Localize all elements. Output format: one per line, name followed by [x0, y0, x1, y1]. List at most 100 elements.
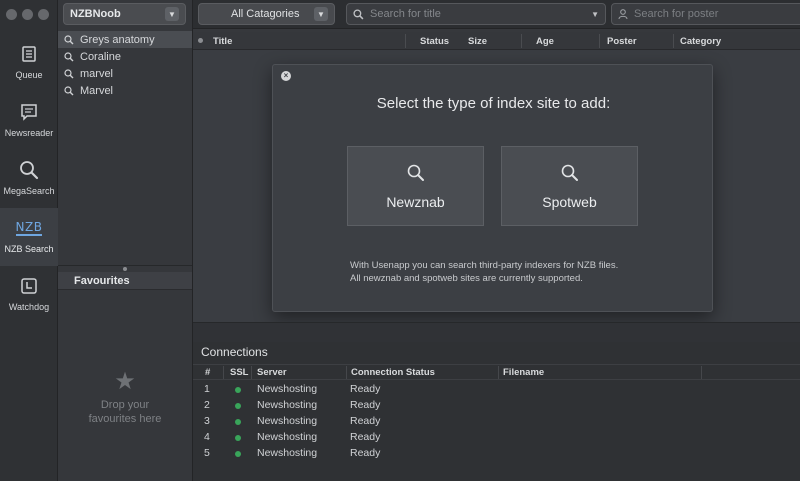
recent-searches-list: Greys anatomy Coraline marvel Marvel [58, 31, 192, 99]
nav-label-queue: Queue [15, 70, 43, 80]
list-item[interactable]: marvel [58, 65, 192, 82]
row-status: Ready [350, 399, 381, 411]
spotweb-label: Spotweb [542, 194, 597, 210]
ssl-status-dot [235, 403, 241, 409]
column-header-number[interactable]: # [205, 367, 210, 378]
column-header-status[interactable]: Status [420, 36, 449, 47]
column-header-category[interactable]: Category [680, 36, 721, 47]
column-header-age[interactable]: Age [536, 36, 554, 47]
ssl-status-dot [235, 435, 241, 441]
spotweb-button[interactable]: Spotweb [501, 146, 638, 226]
row-number: 2 [204, 399, 210, 411]
nav-item-watchdog[interactable]: Watchdog [0, 266, 58, 324]
column-divider [498, 366, 499, 379]
list-item-label: Greys anatomy [80, 33, 155, 46]
provider-label: NZBNoob [70, 8, 121, 20]
caret-down-icon[interactable]: ▼ [591, 10, 599, 19]
newsreader-icon [17, 100, 41, 124]
search-icon [353, 8, 364, 19]
row-number: 4 [204, 431, 210, 443]
row-number: 5 [204, 447, 210, 459]
panel-splitter[interactable] [193, 322, 800, 342]
column-divider [599, 34, 600, 48]
ssl-status-dot [235, 387, 241, 393]
newznab-button[interactable]: Newznab [347, 146, 484, 226]
nav-label-watchdog: Watchdog [8, 302, 50, 312]
dialog-title: Select the type of index site to add: [376, 95, 611, 112]
nav-item-megasearch[interactable]: MegaSearch [0, 150, 58, 208]
list-item[interactable]: Marvel [58, 82, 192, 99]
poster-search-input[interactable]: Search for poster [611, 3, 800, 25]
search-list-panel: NZBNoob ▼ Greys anatomy Coraline marvel … [58, 0, 193, 481]
results-table-header: Title Status Size Age Poster Category [193, 32, 800, 50]
list-item[interactable]: Greys anatomy [58, 31, 192, 48]
status-dot-icon [198, 38, 203, 43]
drag-handle-icon [123, 267, 127, 271]
column-header-poster[interactable]: Poster [607, 36, 637, 47]
favourites-resize-handle[interactable] [58, 265, 192, 271]
search-icon [64, 85, 74, 95]
column-header-ssl[interactable]: SSL [230, 367, 248, 378]
row-status: Ready [350, 447, 381, 459]
column-divider [673, 34, 674, 48]
table-row[interactable]: 1 Newshosting Ready [193, 382, 800, 398]
nzb-glyph: NZB [15, 220, 43, 236]
column-divider [251, 366, 252, 379]
title-search-input[interactable]: Search for title ▼ [346, 3, 606, 25]
column-header-connection-status[interactable]: Connection Status [351, 367, 435, 378]
search-icon [407, 164, 424, 181]
window-controls [6, 9, 49, 20]
star-icon: ★ [114, 368, 136, 395]
category-select[interactable]: All Catagories ▼ [198, 3, 335, 25]
table-row[interactable]: 3 Newshosting Ready [193, 414, 800, 430]
favourites-empty-line1: Drop your [100, 399, 150, 411]
table-row[interactable]: 4 Newshosting Ready [193, 430, 800, 446]
minimize-window-button[interactable] [22, 9, 33, 20]
search-icon [17, 158, 41, 182]
row-server: Newshosting [257, 431, 318, 443]
add-index-site-dialog: × Select the type of index site to add: … [272, 64, 713, 312]
connections-panel: Connections # SSL Server Connection Stat… [193, 342, 800, 481]
column-divider [701, 366, 702, 379]
column-divider [521, 34, 522, 48]
watchdog-icon [17, 274, 41, 298]
row-server: Newshosting [257, 383, 318, 395]
zoom-window-button[interactable] [38, 9, 49, 20]
column-header-server[interactable]: Server [257, 367, 287, 378]
table-row[interactable]: 5 Newshosting Ready [193, 446, 800, 462]
toolbar: All Catagories ▼ Search for title ▼ Sear… [193, 0, 800, 29]
nav-item-newsreader[interactable]: Newsreader [0, 92, 58, 150]
dialog-description-line1: With Usenapp you can search third-party … [350, 260, 619, 271]
row-server: Newshosting [257, 447, 318, 459]
column-divider [223, 366, 224, 379]
nav-label-newsreader: Newsreader [4, 128, 54, 138]
column-header-filename[interactable]: Filename [503, 367, 544, 378]
close-window-button[interactable] [6, 9, 17, 20]
chevron-down-icon: ▼ [314, 7, 328, 21]
column-divider [346, 366, 347, 379]
column-header-title[interactable]: Title [213, 36, 232, 47]
row-status: Ready [350, 415, 381, 427]
row-number: 3 [204, 415, 210, 427]
nav-label-megasearch: MegaSearch [3, 186, 55, 196]
newznab-label: Newznab [386, 194, 445, 210]
icon-sidebar: Queue Newsreader MegaSearch NZB NZB Sear… [0, 0, 58, 481]
title-search-placeholder: Search for title [370, 8, 441, 20]
nav-item-nzb-search[interactable]: NZB NZB Search [0, 208, 58, 266]
favourites-empty-state: ★ Drop your favourites here [58, 370, 192, 426]
search-icon [64, 68, 74, 78]
provider-dropdown[interactable]: NZBNoob ▼ [63, 3, 186, 25]
ssl-status-dot [235, 451, 241, 457]
connections-title: Connections [201, 345, 268, 359]
column-header-size[interactable]: Size [468, 36, 487, 47]
list-item-label: marvel [80, 67, 114, 80]
list-item[interactable]: Coraline [58, 48, 192, 65]
search-icon [64, 51, 74, 61]
table-row[interactable]: 2 Newshosting Ready [193, 398, 800, 414]
nav-item-queue[interactable]: Queue [0, 34, 58, 92]
row-status: Ready [350, 383, 381, 395]
close-icon[interactable]: × [281, 71, 291, 81]
category-label: All Catagories [231, 8, 300, 20]
row-server: Newshosting [257, 399, 318, 411]
row-status: Ready [350, 431, 381, 443]
